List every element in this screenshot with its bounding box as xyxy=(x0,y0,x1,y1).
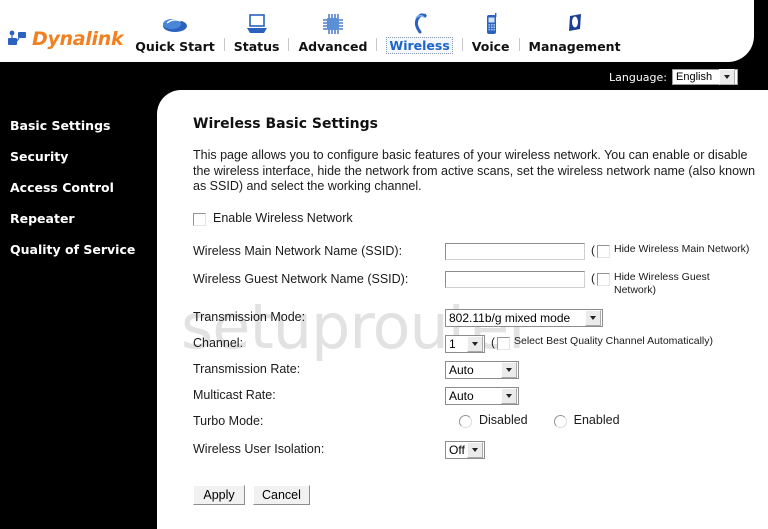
chevron-down-icon xyxy=(467,335,483,352)
laptop-icon xyxy=(246,14,267,33)
sidebar-item-basic-settings[interactable]: Basic Settings xyxy=(0,118,157,133)
network-nodes-icon xyxy=(8,30,26,45)
multicast-rate-value: Auto xyxy=(449,388,474,403)
nav-item-advanced[interactable]: Advanced xyxy=(294,12,371,54)
main-ssid-label: Wireless Main Network Name (SSID): xyxy=(193,243,403,258)
enable-wireless-label: Enable Wireless Network xyxy=(213,210,353,225)
nav-item-management[interactable]: Management xyxy=(525,12,625,54)
transmission-rate-label: Transmission Rate: xyxy=(193,361,301,376)
nav-label-wireless: Wireless xyxy=(386,37,453,54)
transmission-mode-select[interactable]: 802.11b/g mixed mode xyxy=(445,308,603,327)
cancel-button[interactable]: Cancel xyxy=(253,484,310,505)
main-ssid-input[interactable] xyxy=(445,242,585,260)
multicast-rate-select[interactable]: Auto xyxy=(445,386,519,405)
turbo-mode-enabled-label: Enabled xyxy=(573,412,620,427)
user-isolation-select[interactable]: Off xyxy=(445,440,485,459)
chevron-down-icon xyxy=(501,387,517,404)
language-bar: Language: English xyxy=(0,62,768,92)
nav-item-status[interactable]: Status xyxy=(230,12,284,54)
channel-select[interactable]: 1 xyxy=(445,334,485,353)
auto-channel-checkbox[interactable] xyxy=(497,336,510,350)
hide-main-network-label: Hide Wireless Main Network) xyxy=(614,242,750,255)
hide-guest-network-label: Hide Wireless Guest Network) xyxy=(614,270,710,296)
turbo-mode-disabled-radio[interactable] xyxy=(459,414,472,428)
nav-label-voice: Voice xyxy=(471,39,510,54)
sidebar-item-security[interactable]: Security xyxy=(0,149,157,164)
nav-label-quick-start: Quick Start xyxy=(135,39,215,54)
field-user-isolation: Wireless User Isolation: Off xyxy=(193,440,768,459)
content-panel: setuprouter Wireless Basic Settings This… xyxy=(157,90,768,529)
field-turbo-mode: Turbo Mode: Disabled Enabled xyxy=(193,413,768,431)
chevron-down-icon xyxy=(501,361,517,378)
brand-name: Dynalink xyxy=(32,28,124,50)
nav-item-quick-start[interactable]: Quick Start xyxy=(131,12,218,54)
transmission-mode-value: 802.11b/g mixed mode xyxy=(449,310,571,325)
chevron-down-icon xyxy=(585,309,601,326)
apply-button[interactable]: Apply xyxy=(193,484,245,505)
hide-guest-network-checkbox[interactable] xyxy=(597,272,610,286)
turbo-mode-label: Turbo Mode: xyxy=(193,413,264,428)
field-channel: Channel: 1 ( Select Best Quality Channel… xyxy=(193,334,768,353)
mobile-phone-icon xyxy=(486,13,497,34)
field-guest-ssid: Wireless Guest Network Name (SSID): ( Hi… xyxy=(193,270,768,297)
sidebar-item-repeater[interactable]: Repeater xyxy=(0,211,157,226)
nav-item-wireless[interactable]: Wireless xyxy=(382,10,456,54)
page-description: This page allows you to configure basic … xyxy=(193,148,756,193)
flag-icon xyxy=(568,14,581,31)
user-isolation-label: Wireless User Isolation: xyxy=(193,441,325,456)
wireless-antenna-icon xyxy=(414,13,427,34)
form-actions: Apply Cancel xyxy=(193,484,768,505)
guest-ssid-label: Wireless Guest Network Name (SSID): xyxy=(193,271,409,286)
chevron-down-icon xyxy=(719,69,735,85)
field-transmission-mode: Transmission Mode: 802.11b/g mixed mode xyxy=(193,308,768,327)
guest-ssid-input[interactable] xyxy=(445,270,585,288)
channel-value: 1 xyxy=(449,336,456,351)
turbo-mode-disabled-label: Disabled xyxy=(479,412,528,427)
channel-label: Channel: xyxy=(193,335,244,350)
chevron-down-icon xyxy=(467,441,483,458)
nav-divider xyxy=(288,38,290,51)
nav-divider xyxy=(461,38,463,51)
field-enable-wireless: Enable Wireless Network xyxy=(193,211,768,229)
router-admin-page: Dynalink Quick Start Status Advanced Wir… xyxy=(0,0,768,529)
field-multicast-rate: Multicast Rate: Auto xyxy=(193,386,768,405)
language-value: English xyxy=(676,71,713,83)
auto-channel-label: Select Best Quality Channel Automaticall… xyxy=(514,334,714,347)
nav-divider xyxy=(518,38,520,51)
chip-icon xyxy=(322,14,343,34)
sidebar-item-quality-of-service[interactable]: Quality of Service xyxy=(0,242,157,257)
channel-note-open: ( xyxy=(491,334,495,349)
mouse-icon xyxy=(163,19,188,32)
nav-label-advanced: Advanced xyxy=(298,39,368,54)
brand-logo[interactable]: Dynalink xyxy=(7,28,124,50)
sidebar-item-access-control[interactable]: Access Control xyxy=(0,180,157,195)
nav-divider xyxy=(223,38,225,51)
multicast-rate-label: Multicast Rate: xyxy=(193,387,276,402)
nav-divider xyxy=(376,38,378,51)
header-bar: Dynalink Quick Start Status Advanced Wir… xyxy=(0,0,754,62)
nav-label-management: Management xyxy=(528,39,621,54)
main-ssid-note-open: ( xyxy=(591,242,595,257)
nav-label-status: Status xyxy=(233,39,280,54)
main-navigation: Dynalink Quick Start Status Advanced Wir… xyxy=(0,0,754,62)
language-label: Language: xyxy=(609,70,667,84)
field-main-ssid: Wireless Main Network Name (SSID): ( Hid… xyxy=(193,242,768,261)
turbo-mode-enabled-radio[interactable] xyxy=(553,414,567,428)
hide-main-network-checkbox[interactable] xyxy=(597,244,610,258)
transmission-rate-select[interactable]: Auto xyxy=(445,360,519,379)
nav-item-voice[interactable]: Voice xyxy=(468,12,514,54)
field-transmission-rate: Transmission Rate: Auto xyxy=(193,360,768,379)
transmission-rate-value: Auto xyxy=(449,362,474,377)
transmission-mode-label: Transmission Mode: xyxy=(193,309,306,324)
guest-ssid-note-open: ( xyxy=(591,270,595,285)
language-select[interactable]: English xyxy=(672,69,738,85)
enable-wireless-checkbox[interactable] xyxy=(193,212,206,226)
sidebar-menu: Basic Settings Security Access Control R… xyxy=(0,92,157,529)
page-title: Wireless Basic Settings xyxy=(193,116,378,132)
user-isolation-value: Off xyxy=(449,442,465,457)
